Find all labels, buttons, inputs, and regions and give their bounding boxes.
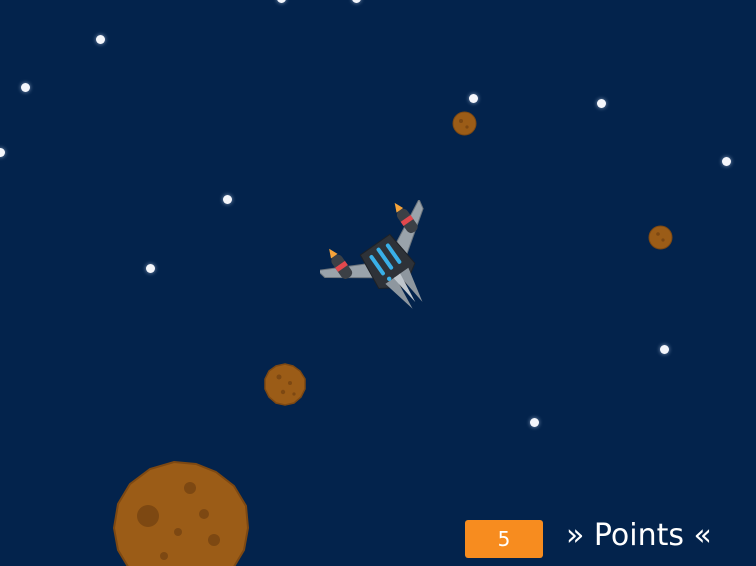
star-icon — [146, 264, 155, 273]
spaceship-icon[interactable] — [320, 200, 460, 330]
star-icon — [469, 94, 478, 103]
star-icon — [0, 148, 5, 157]
asteroid-icon — [452, 111, 477, 136]
asteroid-icon — [112, 460, 250, 566]
asteroid-icon — [264, 363, 306, 406]
points-label: » Points « — [566, 518, 712, 553]
star-icon — [660, 345, 669, 354]
game-stage[interactable]: 5 » Points « — [0, 0, 756, 566]
star-icon — [277, 0, 286, 3]
star-icon — [96, 35, 105, 44]
star-icon — [21, 83, 30, 92]
asteroid-icon — [648, 225, 673, 250]
star-icon — [597, 99, 606, 108]
star-icon — [722, 157, 731, 166]
star-icon — [352, 0, 361, 3]
star-icon — [223, 195, 232, 204]
score-counter: 5 — [465, 520, 543, 558]
star-icon — [530, 418, 539, 427]
